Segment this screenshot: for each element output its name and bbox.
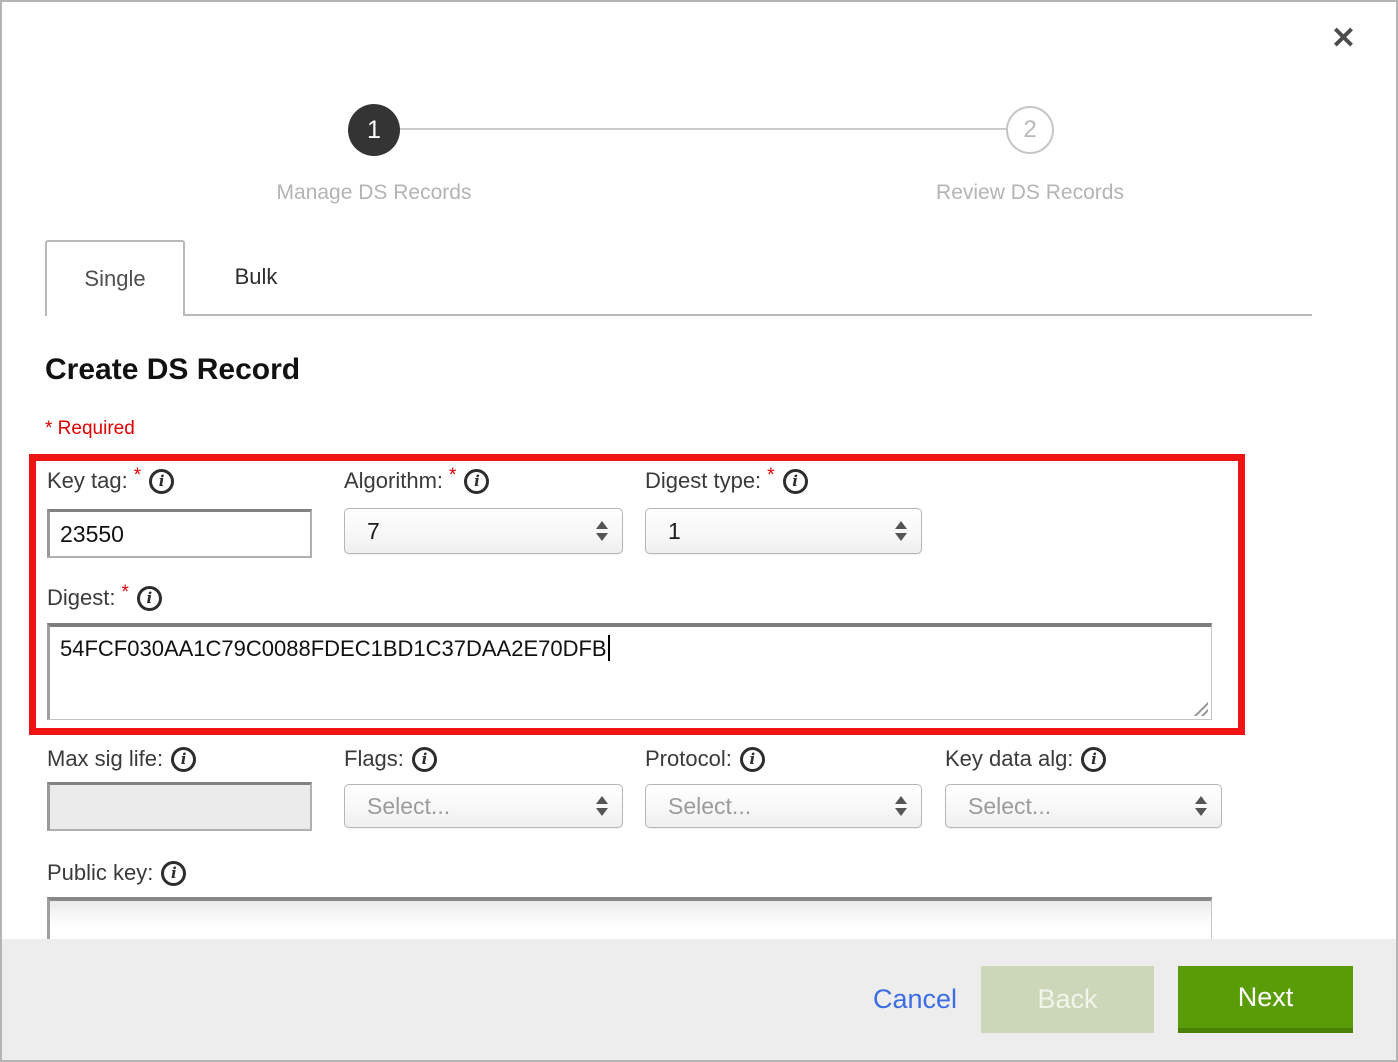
digest-type-select[interactable]: 1 [645,508,922,554]
create-ds-record-modal: ✕ 1 2 Manage DS Records Review DS Record… [0,0,1398,1062]
flags-label: Flags: i [344,746,437,772]
stepper-connector-line [398,128,1010,130]
resize-handle[interactable] [1192,700,1208,716]
close-icon: ✕ [1331,22,1356,55]
required-asterisk: * [767,465,774,487]
required-asterisk: * [449,465,456,487]
digest-type-label: Digest type: * i [645,468,808,494]
digest-info-icon[interactable]: i [137,586,162,611]
key-tag-info-icon[interactable]: i [149,469,174,494]
tab-bulk-label: Bulk [235,264,278,290]
digest-type-select-value: 1 [668,518,681,545]
protocol-info-icon[interactable]: i [740,747,765,772]
max-sig-life-label: Max sig life: i [47,746,196,772]
step-1-label: Manage DS Records [244,181,504,205]
protocol-select[interactable]: Select... [645,784,922,828]
step-1-number: 1 [367,116,381,145]
tab-bar: Single Bulk [45,240,1312,316]
algorithm-info-icon[interactable]: i [464,469,489,494]
cancel-button[interactable]: Cancel [873,984,957,1015]
select-spinner-icon [895,521,907,541]
tab-single-label: Single [84,266,145,292]
required-note: * Required [45,418,135,440]
flags-info-icon[interactable]: i [412,747,437,772]
key-tag-input[interactable] [47,509,312,558]
public-key-info-icon[interactable]: i [161,861,186,886]
flags-select-value: Select... [367,793,450,820]
tab-bulk[interactable]: Bulk [185,240,327,314]
step-2-indicator: 2 [1006,106,1054,154]
public-key-label: Public key: i [47,860,186,886]
required-asterisk: * [121,582,128,604]
required-asterisk: * [134,465,141,487]
next-button[interactable]: Next [1178,966,1353,1033]
key-data-alg-select[interactable]: Select... [945,784,1222,828]
key-tag-label: Key tag: * i [47,468,174,494]
back-button[interactable]: Back [981,966,1154,1033]
next-button-label: Next [1238,982,1294,1013]
protocol-select-value: Select... [668,793,751,820]
text-cursor [608,635,610,661]
key-data-alg-select-value: Select... [968,793,1051,820]
max-sig-life-input[interactable] [47,782,312,831]
digest-textarea[interactable]: 54FCF030AA1C79C0088FDEC1BD1C37DAA2E70DFB [47,623,1212,720]
algorithm-label: Algorithm: * i [344,468,489,494]
algorithm-select-value: 7 [367,518,380,545]
step-2-label: Review DS Records [900,181,1160,205]
step-2-number: 2 [1023,116,1036,144]
digest-type-info-icon[interactable]: i [783,469,808,494]
algorithm-select[interactable]: 7 [344,508,623,554]
digest-label: Digest: * i [47,585,162,611]
step-1-indicator: 1 [348,104,400,156]
key-data-alg-label: Key data alg: i [945,746,1106,772]
tab-single[interactable]: Single [45,240,185,316]
key-data-alg-info-icon[interactable]: i [1081,747,1106,772]
back-button-label: Back [1037,984,1097,1015]
close-button[interactable]: ✕ [1331,24,1356,54]
digest-value: 54FCF030AA1C79C0088FDEC1BD1C37DAA2E70DFB [60,636,607,661]
select-spinner-icon [596,521,608,541]
select-spinner-icon [1195,796,1207,816]
max-sig-life-info-icon[interactable]: i [171,747,196,772]
select-spinner-icon [895,796,907,816]
page-title: Create DS Record [45,353,300,387]
protocol-label: Protocol: i [645,746,765,772]
modal-footer: Cancel Back Next [2,939,1396,1060]
flags-select[interactable]: Select... [344,784,623,828]
select-spinner-icon [596,796,608,816]
